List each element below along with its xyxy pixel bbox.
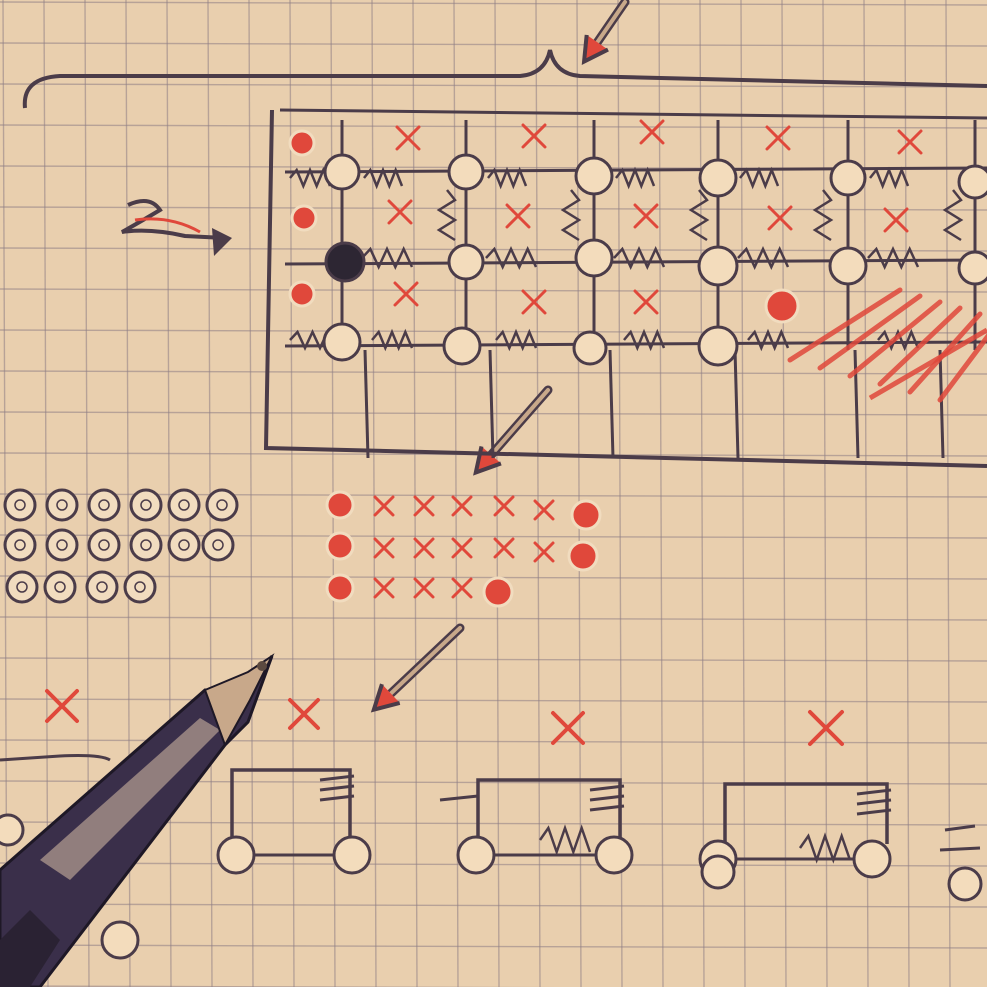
ring-dot: [3, 528, 37, 562]
red-dot: [764, 288, 800, 324]
node-icon: [0, 813, 25, 847]
red-dot: [325, 573, 355, 603]
red-dot: [325, 490, 355, 520]
node-icon: [332, 835, 372, 875]
node-icon: [323, 153, 361, 191]
node-icon: [594, 835, 634, 875]
node-icon: [456, 835, 496, 875]
node-icon: [447, 243, 485, 281]
sketch-scene: [0, 0, 987, 987]
red-dot: [482, 576, 514, 608]
red-dot: [288, 280, 316, 308]
ring-dot: [167, 488, 201, 522]
node-icon: [322, 322, 362, 362]
ring-dot: [43, 570, 77, 604]
node-icon: [447, 153, 485, 191]
ring-dot: [123, 570, 157, 604]
ring-dot: [5, 570, 39, 604]
ring-dot: [87, 528, 121, 562]
red-dot: [288, 129, 316, 157]
red-dot: [290, 204, 318, 232]
ring-dot: [129, 528, 163, 562]
pen-ball: [257, 661, 267, 671]
node-icon: [574, 156, 614, 196]
node-icon: [697, 245, 739, 287]
node-icon: [852, 839, 892, 879]
node-icon: [442, 326, 482, 366]
node-icon: [216, 835, 256, 875]
ring-dot: [45, 528, 79, 562]
ring-dot: [167, 528, 201, 562]
ring-dot: [129, 488, 163, 522]
ring-dot: [87, 488, 121, 522]
node-icon: [829, 159, 867, 197]
node-icon: [947, 866, 983, 902]
red-dot: [567, 540, 599, 572]
node-icon: [572, 330, 608, 366]
ring-dot: [3, 488, 37, 522]
ring-dot: [85, 570, 119, 604]
ring-dot: [205, 488, 239, 522]
node-icon: [574, 238, 614, 278]
node-icon: [957, 250, 987, 286]
node-icon: [697, 325, 739, 367]
node-icon: [698, 158, 738, 198]
red-dot: [570, 499, 602, 531]
node-icon: [828, 246, 868, 286]
node-icon: [957, 164, 987, 200]
red-dot: [325, 531, 355, 561]
node-icon: [700, 854, 736, 890]
node-icon: [100, 920, 140, 960]
node-icon: [324, 241, 366, 283]
ring-dot: [45, 488, 79, 522]
ring-dot: [201, 528, 235, 562]
